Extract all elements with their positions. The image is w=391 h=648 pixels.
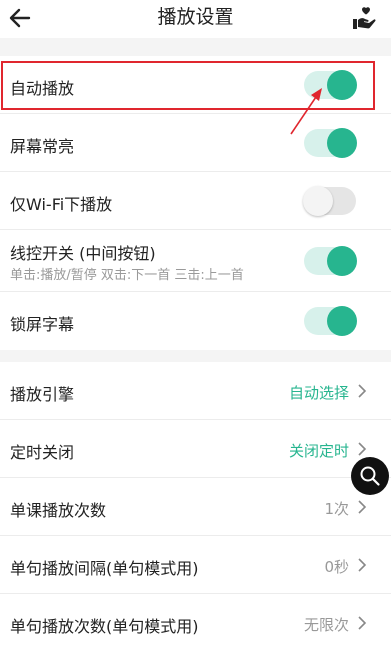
toggle-knob: [327, 246, 357, 276]
setting-label: 屏幕常亮: [10, 137, 75, 156]
setting-row-screen-on[interactable]: 屏幕常亮: [0, 114, 391, 172]
chevron-right-icon: [358, 384, 367, 398]
chevron-right-icon: [358, 442, 367, 456]
toggle-knob: [303, 186, 333, 216]
setting-label: 单句播放次数(单句模式用): [10, 617, 199, 636]
sentence-repeat-value: 无限次: [303, 616, 349, 634]
setting-row-timer[interactable]: 定时关闭 关闭定时: [0, 420, 391, 478]
favorite-button[interactable]: [351, 5, 377, 31]
sentence-interval-value: 0秒: [324, 558, 349, 576]
top-bar: 播放设置: [0, 0, 391, 38]
page-title: 播放设置: [157, 6, 234, 28]
floating-search-button[interactable]: [351, 457, 389, 495]
setting-row-lock-subtitles[interactable]: 锁屏字幕: [0, 292, 391, 350]
lesson-repeat-value: 1次: [324, 500, 349, 518]
setting-label: 单句播放间隔(单句模式用): [10, 559, 199, 578]
lock-subtitles-toggle[interactable]: [304, 306, 357, 336]
setting-label: 锁屏字幕: [10, 315, 75, 334]
chevron-right-icon: [358, 558, 367, 572]
toggle-knob: [327, 306, 357, 336]
setting-row-engine[interactable]: 播放引擎 自动选择: [0, 362, 391, 420]
engine-value: 自动选择: [288, 384, 349, 402]
remote-control-toggle[interactable]: [304, 246, 357, 276]
chevron-right-icon: [358, 500, 367, 514]
setting-row-wifi-only[interactable]: 仅Wi-Fi下播放: [0, 172, 391, 230]
setting-row-lesson-repeat[interactable]: 单课播放次数 1次: [0, 478, 391, 536]
highlight-box: [1, 61, 375, 110]
timer-value: 关闭定时: [288, 442, 349, 460]
setting-row-sentence-interval[interactable]: 单句播放间隔(单句模式用) 0秒: [0, 536, 391, 594]
setting-row-remote-control[interactable]: 线控开关 (中间按钮) 单击:播放/暂停 双击:下一首 三击:上一首: [0, 230, 391, 292]
heart-hand-icon: [353, 7, 376, 29]
screen-on-toggle[interactable]: [304, 128, 357, 158]
section-gap: [0, 350, 391, 362]
setting-label: 单课播放次数: [10, 501, 107, 520]
chevron-right-icon: [358, 616, 367, 630]
toggle-knob: [327, 128, 357, 158]
setting-label: 仅Wi-Fi下播放: [10, 195, 113, 214]
search-icon: [360, 466, 380, 486]
section-gap: [0, 38, 391, 56]
setting-label: 线控开关 (中间按钮): [10, 244, 156, 263]
setting-label: 定时关闭: [10, 443, 75, 462]
setting-label: 播放引擎: [10, 385, 75, 404]
wifi-only-toggle[interactable]: [303, 186, 356, 216]
setting-row-sentence-repeat[interactable]: 单句播放次数(单句模式用) 无限次: [0, 594, 391, 648]
setting-description: 单击:播放/暂停 双击:下一首 三击:上一首: [10, 268, 244, 283]
